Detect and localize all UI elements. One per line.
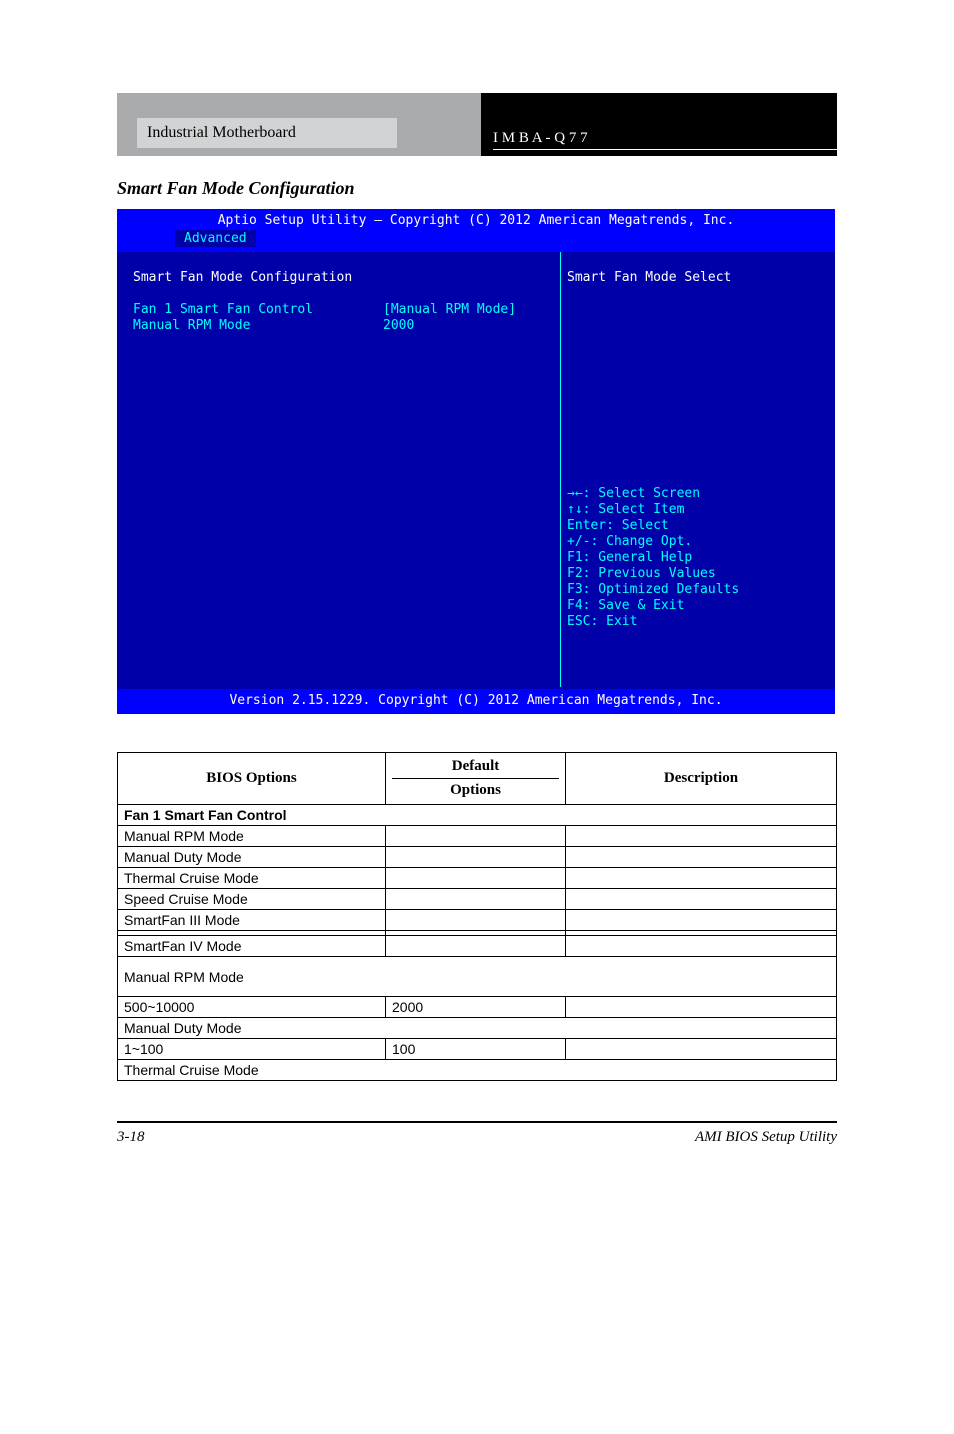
th-bios-options: BIOS Options (118, 753, 386, 805)
options-table: BIOS Options Default Options Description… (117, 752, 837, 1081)
subhead-fan-control: Fan 1 Smart Fan Control (118, 805, 837, 826)
bios-value-manual-rpm[interactable]: 2000 (383, 318, 550, 334)
table-row: SmartFan III Mode (118, 910, 837, 931)
subhead-manual-duty: Manual Duty Mode (118, 1018, 837, 1039)
bios-help-line: Enter: Select (567, 518, 827, 534)
bios-title-bar: Aptio Setup Utility – Copyright (C) 2012… (117, 209, 835, 230)
bios-help-line: F3: Optimized Defaults (567, 582, 827, 598)
bios-help-line: F1: General Help (567, 550, 827, 566)
page-footer-title: AMI BIOS Setup Utility (695, 1129, 837, 1146)
bios-tab-advanced[interactable]: Advanced (175, 230, 256, 247)
table-row: SmartFan IV Mode (118, 936, 837, 957)
bios-help-line: F4: Save & Exit (567, 598, 827, 614)
bios-tab-bar: Advanced (117, 230, 835, 252)
th-description: Description (566, 753, 837, 805)
table-row: Manual Duty Mode (118, 847, 837, 868)
bios-help-line: ↑↓: Select Item (567, 502, 827, 518)
header-right: I M B A - Q 7 7 (481, 93, 837, 156)
table-row: Thermal Cruise Mode (118, 868, 837, 889)
bios-help-line: F2: Previous Values (567, 566, 827, 582)
bios-help-line: →←: Select Screen (567, 486, 827, 502)
page-footer: 3-18 AMI BIOS Setup Utility (117, 1129, 837, 1146)
header-left: Industrial Motherboard (117, 93, 481, 156)
bios-side-desc: Smart Fan Mode Select (567, 270, 827, 286)
bios-help-line: ESC: Exit (567, 614, 827, 630)
header-product-code: I M B A - Q 7 7 (493, 130, 837, 150)
section-title: Smart Fan Mode Configuration (117, 178, 837, 199)
th-default: Default (392, 755, 559, 779)
subhead-manual-rpm: Manual RPM Mode (118, 957, 837, 997)
bios-version-footer: Version 2.15.1229. Copyright (C) 2012 Am… (117, 689, 835, 714)
bios-panel-heading: Smart Fan Mode Configuration (133, 270, 550, 286)
bios-help-line: +/-: Change Opt. (567, 534, 827, 550)
bios-screenshot: Aptio Setup Utility – Copyright (C) 2012… (117, 209, 835, 714)
th-options: Options (392, 779, 559, 802)
table-row: Speed Cruise Mode (118, 889, 837, 910)
bios-item-manual-rpm[interactable]: Manual RPM Mode (133, 318, 383, 334)
table-row: 1~100100 (118, 1039, 837, 1060)
page-header: Industrial Motherboard I M B A - Q 7 7 (117, 93, 837, 156)
table-row: Manual RPM Mode (118, 826, 837, 847)
bios-item-fan-control[interactable]: Fan 1 Smart Fan Control (133, 302, 383, 318)
page-rule (117, 1121, 837, 1123)
page-number: 3-18 (117, 1129, 145, 1146)
bios-value-fan-control[interactable]: [Manual RPM Mode] (383, 302, 550, 318)
header-left-text: Industrial Motherboard (137, 118, 397, 148)
subhead-thermal-cruise: Thermal Cruise Mode (118, 1060, 837, 1081)
bios-help-block: →←: Select Screen ↑↓: Select Item Enter:… (567, 486, 827, 630)
table-row: 500~100002000 (118, 997, 837, 1018)
